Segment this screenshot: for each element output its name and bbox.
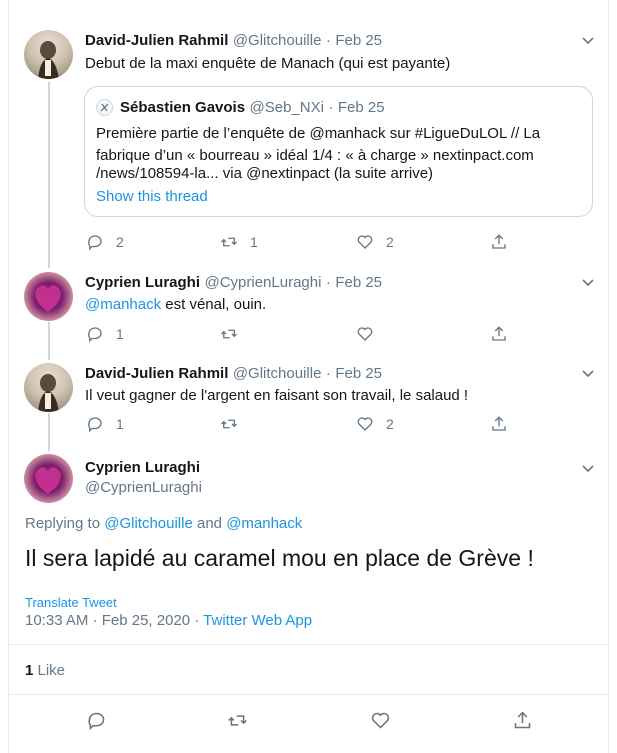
avatar (96, 99, 113, 116)
share-icon (492, 416, 506, 431)
author-name[interactable]: Cyprien Luraghi (85, 274, 200, 291)
tweet-header: David-Julien Rahmil @Glitchouille · Feb … (85, 365, 382, 383)
share-icon (492, 234, 506, 249)
like-count: 2 (386, 416, 394, 432)
reply-icon (88, 417, 102, 433)
avatar[interactable] (24, 454, 73, 503)
focus-tweet-text: Il sera lapidé au caramel mou en place d… (25, 545, 534, 571)
reply-count: 1 (116, 326, 124, 342)
tweet-date[interactable]: Feb 25 (335, 274, 382, 291)
like-button[interactable] (370, 710, 391, 731)
chevron-down-icon[interactable] (580, 365, 596, 381)
like-button[interactable]: 2 (356, 233, 394, 251)
reply-button[interactable]: 1 (86, 415, 124, 433)
chevron-down-icon[interactable] (580, 274, 596, 290)
retweet-icon (221, 329, 237, 339)
like-label: Like (33, 662, 66, 679)
chevron-down-icon[interactable] (580, 32, 596, 48)
separator-dot: · (325, 365, 331, 382)
author-handle[interactable]: @CyprienLuraghi (85, 479, 202, 496)
share-button[interactable] (490, 233, 508, 251)
avatar[interactable] (24, 272, 73, 321)
retweet-button[interactable]: 1 (220, 233, 258, 251)
chevron-down-icon[interactable] (580, 460, 596, 476)
replying-prefix: Replying to (25, 515, 105, 532)
tweet-text-body: est vénal, ouin. (161, 296, 267, 313)
quote-line: fabrique d’un « bourreau » idéal 1/4 : «… (96, 147, 534, 164)
reply-count: 1 (116, 416, 124, 432)
like-stats[interactable]: 1 Like (25, 662, 65, 679)
author-name[interactable]: Cyprien Luraghi (85, 459, 200, 476)
heart-icon (357, 327, 373, 341)
tweet-text: Il veut gagner de l'argent en faisant so… (85, 387, 469, 404)
retweet-icon (221, 237, 237, 247)
author-handle[interactable]: @CyprienLuraghi (204, 274, 321, 291)
heart-icon (357, 235, 373, 249)
like-count: 2 (386, 234, 394, 250)
separator-dot: · (325, 274, 331, 291)
reply-icon (88, 235, 102, 251)
tweet-date[interactable]: Feb 25 (335, 365, 382, 382)
share-icon (514, 711, 531, 729)
thread-line (48, 82, 50, 268)
tweet-header: David-Julien Rahmil @Glitchouille · Feb … (85, 32, 382, 50)
quote-author-handle: @Seb_NXi (249, 99, 324, 116)
retweet-icon (228, 715, 247, 726)
like-button[interactable] (356, 325, 374, 343)
quote-header: Sébastien Gavois @Seb_NXi · Feb 25 (120, 99, 385, 117)
reply-icon (88, 712, 105, 731)
share-button[interactable] (490, 325, 508, 343)
tweet-text: @manhack est vénal, ouin. (85, 295, 266, 315)
replying-to: Replying to @Glitchouille and @manhack (25, 515, 302, 532)
share-icon (492, 326, 506, 341)
tweet-timestamp: 10:33 AM · Feb 25, 2020 · Twitter Web Ap… (25, 612, 312, 629)
tweet-header: Cyprien Luraghi @CyprienLuraghi · Feb 25 (85, 274, 382, 292)
timestamp-text[interactable]: 10:33 AM · Feb 25, 2020 · (25, 612, 203, 629)
divider (9, 694, 608, 695)
retweet-icon (221, 419, 237, 429)
author-handle[interactable]: @Glitchouille (233, 365, 322, 382)
author-name[interactable]: David-Julien Rahmil (85, 32, 228, 49)
quote-author-name: Sébastien Gavois (120, 99, 246, 116)
quote-line: /news/108594-la... via @nextinpact (la s… (96, 165, 434, 182)
retweet-button[interactable] (220, 325, 238, 343)
tweet-date[interactable]: Feb 25 (335, 32, 382, 49)
reply-button[interactable]: 1 (86, 325, 124, 343)
avatar[interactable] (24, 363, 73, 412)
mention-link[interactable]: @manhack (226, 515, 302, 532)
retweet-count: 1 (250, 234, 258, 250)
avatar[interactable] (24, 30, 73, 79)
source-link[interactable]: Twitter Web App (203, 612, 312, 629)
reply-count: 2 (116, 234, 124, 250)
share-button[interactable] (512, 710, 533, 731)
thread-line (48, 322, 50, 360)
author-name[interactable]: David-Julien Rahmil (85, 365, 228, 382)
divider (9, 644, 608, 645)
like-button[interactable]: 2 (356, 415, 394, 433)
reply-icon (88, 327, 102, 343)
tweet-text: Debut de la maxi enquête de Manach (qui … (85, 55, 451, 72)
thread-line (48, 413, 50, 451)
retweet-button[interactable] (220, 415, 238, 433)
heart-icon (357, 417, 373, 431)
translate-tweet-link[interactable]: Translate Tweet (25, 595, 117, 610)
retweet-button[interactable] (227, 710, 248, 731)
heart-icon (371, 712, 390, 729)
mention-link[interactable]: @Glitchouille (104, 515, 193, 532)
author-handle[interactable]: @Glitchouille (233, 32, 322, 49)
separator-dot: · (325, 32, 331, 49)
share-button[interactable] (490, 415, 508, 433)
separator-dot: · (328, 99, 334, 116)
replying-and: and (192, 515, 227, 532)
show-thread-link[interactable]: Show this thread (96, 187, 208, 207)
reply-button[interactable]: 2 (86, 233, 124, 251)
quote-date: Feb 25 (337, 99, 385, 116)
mention-link[interactable]: @manhack (85, 296, 161, 313)
reply-button[interactable] (86, 710, 107, 731)
quote-line: Première partie de l’enquête de @manhack… (96, 125, 541, 142)
